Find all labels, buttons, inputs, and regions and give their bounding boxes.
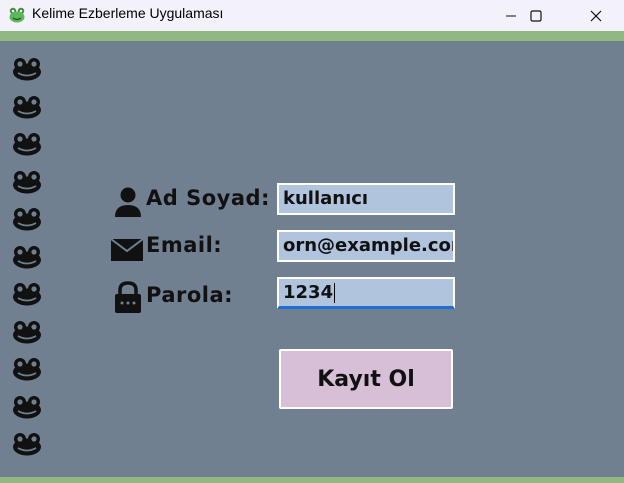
text-caret bbox=[334, 283, 336, 303]
frog-face-icon bbox=[13, 358, 41, 381]
title-bar: Kelime Ezberleme Uygulaması bbox=[0, 0, 624, 31]
frog-face-icon bbox=[13, 433, 41, 456]
password-label: Parola: bbox=[146, 283, 234, 307]
frog-face-icon bbox=[13, 133, 41, 156]
window-title: Kelime Ezberleme Uygulaması bbox=[32, 5, 224, 21]
close-button[interactable] bbox=[573, 0, 619, 31]
name-input[interactable]: kullanıcı bbox=[277, 183, 455, 215]
frog-face-icon bbox=[13, 95, 41, 118]
frog-face-icon bbox=[13, 395, 41, 418]
top-accent-strip bbox=[0, 31, 624, 41]
person-icon bbox=[115, 187, 141, 217]
name-value: kullanıcı bbox=[283, 188, 369, 209]
name-label: Ad Soyad: bbox=[146, 186, 270, 210]
frog-face-icon bbox=[13, 208, 41, 231]
frog-face-icon bbox=[13, 170, 41, 193]
frog-face-icon bbox=[13, 58, 41, 81]
lock-icon bbox=[115, 281, 141, 313]
maximize-icon bbox=[530, 9, 542, 22]
email-input[interactable]: orn@example.com bbox=[277, 230, 455, 262]
envelope-icon bbox=[110, 238, 144, 261]
maximize-button[interactable] bbox=[513, 0, 559, 31]
password-value: 1234 bbox=[283, 282, 334, 303]
frog-icon bbox=[9, 7, 25, 23]
register-button[interactable]: Kayıt Ol bbox=[279, 349, 453, 409]
frog-face-icon bbox=[13, 245, 41, 268]
frog-face-icon bbox=[13, 283, 41, 306]
email-value: orn@example.com bbox=[283, 235, 455, 256]
password-input[interactable]: 1234 bbox=[277, 277, 455, 309]
frog-face-icon bbox=[13, 320, 41, 343]
bottom-accent-strip bbox=[0, 477, 624, 483]
email-label: Email: bbox=[146, 233, 223, 257]
close-icon bbox=[590, 10, 602, 21]
